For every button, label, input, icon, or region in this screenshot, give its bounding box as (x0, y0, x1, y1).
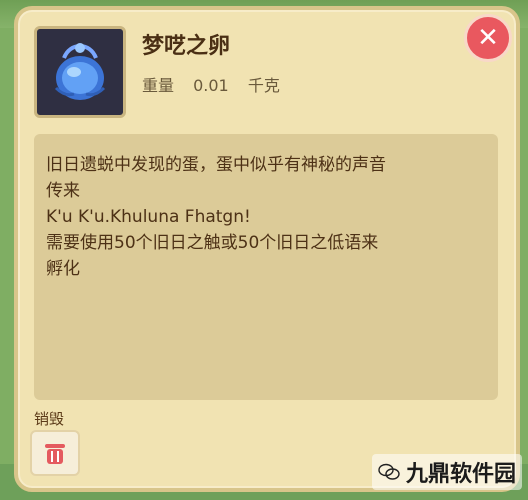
description-line: 孵化 (46, 259, 80, 279)
close-icon: ✕ (477, 23, 499, 53)
description-box: 旧日遗蜕中发现的蛋，蛋中似乎有神秘的声音 传来 K'u K'u.Khuluna … (34, 134, 498, 400)
item-detail-panel: 梦呓之卵 重量 0.01 千克 ✕ 旧日遗蜕中发现的蛋，蛋中似乎有神秘的声音 传… (14, 6, 520, 492)
destroy-button[interactable] (30, 430, 80, 476)
description-line: 旧日遗蜕中发现的蛋，蛋中似乎有神秘的声音 (46, 155, 386, 175)
destroy-label: 销毁 (34, 410, 65, 428)
description-line: 需要使用50个旧日之触或50个旧日之低语来 (46, 233, 379, 253)
description-line: 传来 (46, 181, 80, 201)
watermark: 九鼎软件园 (371, 454, 522, 490)
item-name: 梦呓之卵 (142, 34, 231, 59)
weight-value: 0.01 (193, 76, 229, 95)
description-line: K'u K'u.Khuluna Fhatgn! (46, 207, 251, 227)
egg-icon (54, 43, 106, 100)
item-icon-frame (34, 26, 126, 118)
weight-unit: 千克 (247, 76, 280, 95)
close-button[interactable]: ✕ (464, 14, 512, 62)
watermark-text: 九鼎软件园 (405, 462, 516, 487)
weight-label: 重量 (142, 76, 175, 95)
wechat-icon (378, 463, 400, 480)
trash-icon (45, 444, 65, 464)
item-weight: 重量 0.01 千克 (142, 72, 294, 96)
